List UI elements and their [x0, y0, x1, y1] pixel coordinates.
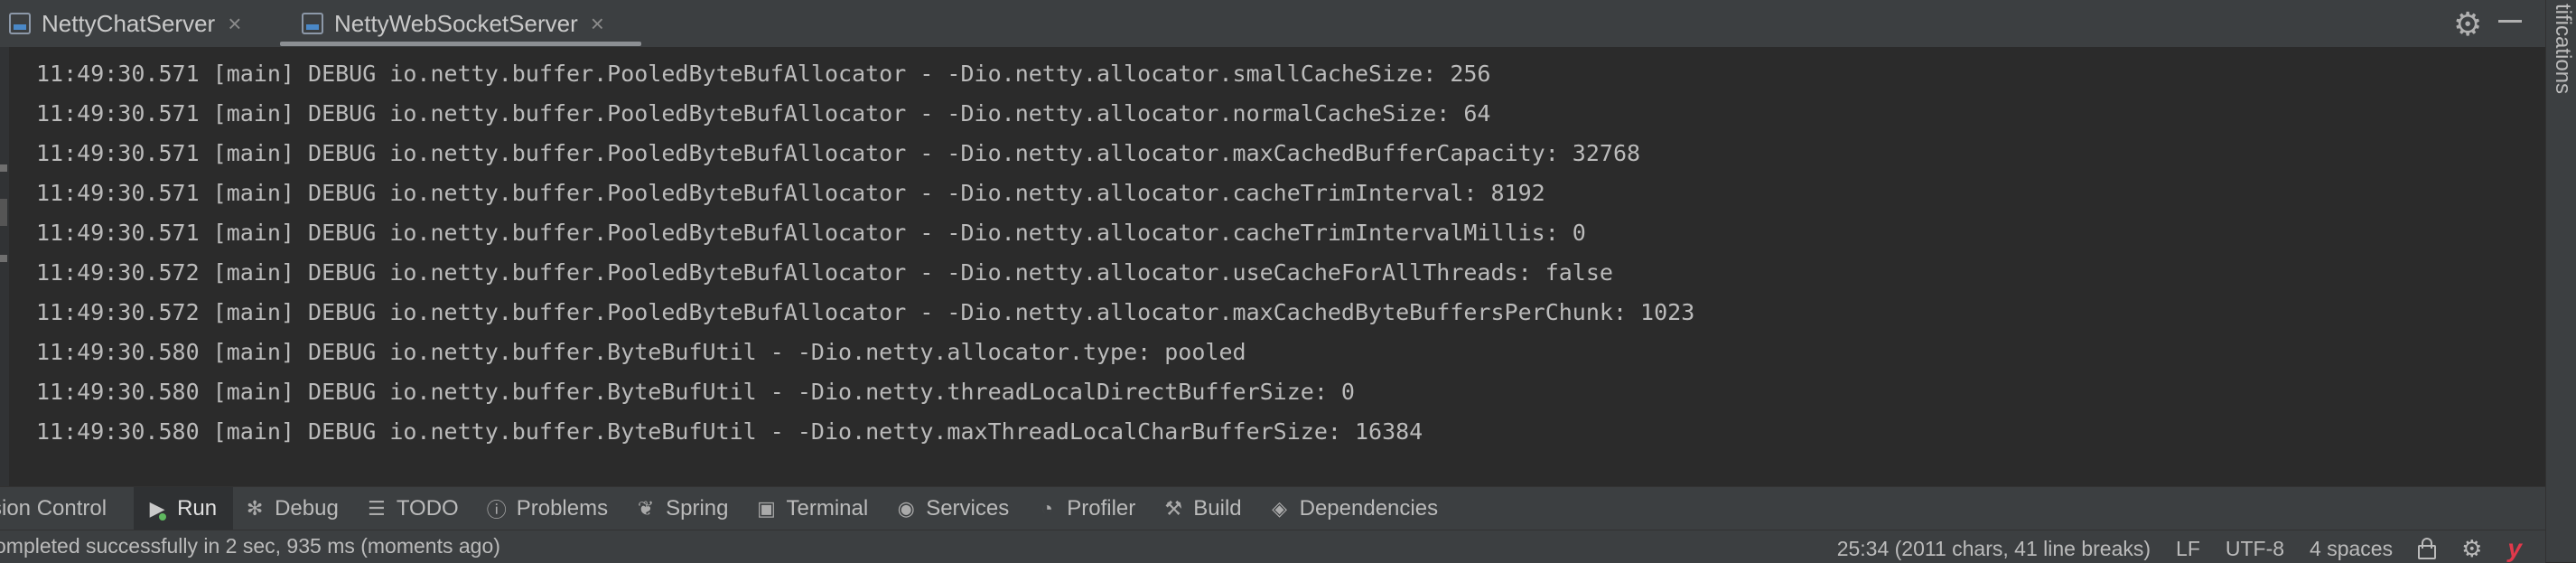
right-tool-strip: tifications — [2545, 0, 2576, 562]
console-line: 11:49:30.571 [main] DEBUG io.netty.buffe… — [36, 220, 1586, 246]
console-line: 11:49:30.571 [main] DEBUG io.netty.buffe… — [36, 61, 1491, 87]
tool-label: Terminal — [786, 496, 869, 521]
indent-setting[interactable]: 4 spaces — [2310, 537, 2393, 561]
tool-label: Profiler — [1067, 496, 1136, 521]
tool-profiler[interactable]: ◔ Profiler — [1036, 487, 1152, 530]
gutter-marker — [0, 255, 7, 262]
tool-debug[interactable]: ✻ Debug — [244, 487, 355, 530]
hammer-icon: ⚒ — [1164, 497, 1183, 520]
tool-label: Run — [177, 496, 218, 521]
notifications-strip-button[interactable]: tifications — [2550, 4, 2575, 94]
tool-spring[interactable]: ❦ Spring — [635, 487, 744, 530]
services-icon: ◉ — [897, 497, 915, 520]
minimize-icon[interactable] — [2498, 20, 2522, 23]
active-tab-indicator — [280, 42, 641, 46]
status-message[interactable]: ompleted successfully in 2 sec, 935 ms (… — [0, 534, 500, 558]
running-indicator — [159, 513, 167, 521]
run-config-icon — [9, 13, 31, 34]
run-config-icon — [302, 13, 323, 34]
console-line: 11:49:30.572 [main] DEBUG io.netty.buffe… — [36, 299, 1695, 325]
tool-run[interactable]: ▶ Run — [134, 487, 234, 530]
status-widgets: 25:34 (2011 chars, 41 line breaks) LF UT… — [1812, 534, 2522, 563]
tool-services[interactable]: ◉ Services — [895, 487, 1025, 530]
tab-netty-chat-server[interactable]: NettyChatServer × — [9, 0, 241, 47]
tool-version-control[interactable]: sion Control — [0, 487, 123, 530]
tab-netty-websocket-server[interactable]: NettyWebSocketServer × — [302, 0, 604, 47]
close-icon[interactable]: × — [228, 10, 241, 38]
console-line: 11:49:30.571 [main] DEBUG io.netty.buffe… — [36, 100, 1491, 127]
plugin-logo-icon[interactable]: y — [2507, 534, 2522, 563]
tool-label: Services — [926, 496, 1010, 521]
left-gutter — [0, 47, 9, 486]
console-line: 11:49:30.571 [main] DEBUG io.netty.buffe… — [36, 180, 1545, 206]
tool-build[interactable]: ⚒ Build — [1162, 487, 1257, 530]
vertical-scrollbar[interactable] — [2516, 47, 2543, 486]
tool-label: Build — [1193, 496, 1242, 521]
list-icon: ☰ — [367, 497, 386, 520]
tool-label: Spring — [666, 496, 729, 521]
spring-leaf-icon: ❦ — [637, 497, 655, 520]
tool-label: Debug — [275, 496, 339, 521]
inspection-icon[interactable]: ⚙ — [2461, 535, 2482, 563]
tool-problems[interactable]: ⓘ Problems — [486, 487, 624, 530]
console-line: 11:49:30.580 [main] DEBUG io.netty.buffe… — [36, 379, 1355, 405]
layers-icon: ◈ — [1272, 497, 1288, 520]
tool-label: TODO — [396, 496, 459, 521]
tool-dependencies[interactable]: ◈ Dependencies — [1269, 487, 1454, 530]
tool-window-bar: sion Control ▶ Run ✻ Debug ☰ TODO ⓘ Prob… — [0, 486, 2545, 530]
gutter-marker — [0, 199, 7, 226]
tab-label: NettyWebSocketServer — [334, 9, 578, 37]
tool-label: Dependencies — [1299, 496, 1439, 521]
status-bar: ompleted successfully in 2 sec, 935 ms (… — [0, 530, 2545, 563]
run-icon: ▶ — [149, 497, 167, 521]
terminal-icon: ▣ — [757, 497, 776, 520]
tool-label: sion Control — [0, 496, 107, 521]
gear-icon[interactable]: ⚙ — [2453, 5, 2482, 43]
console-line: 11:49:30.580 [main] DEBUG io.netty.buffe… — [36, 418, 1423, 445]
file-encoding[interactable]: UTF-8 — [2226, 537, 2284, 561]
console-line: 11:49:30.571 [main] DEBUG io.netty.buffe… — [36, 140, 1641, 166]
lock-icon[interactable] — [2418, 537, 2437, 561]
tool-terminal[interactable]: ▣ Terminal — [755, 487, 884, 530]
profiler-icon: ◔ — [1041, 497, 1053, 520]
tab-label: NettyChatServer — [42, 9, 216, 37]
close-icon[interactable]: × — [591, 10, 604, 38]
console-line: 11:49:30.580 [main] DEBUG io.netty.buffe… — [36, 339, 1246, 365]
tool-label: Problems — [516, 496, 609, 521]
caret-position[interactable]: 25:34 (2011 chars, 41 line breaks) — [1837, 537, 2151, 561]
bug-icon: ✻ — [246, 497, 264, 520]
console-output[interactable]: 11:49:30.571 [main] DEBUG io.netty.buffe… — [36, 54, 2511, 452]
run-tab-bar: NettyChatServer × NettyWebSocketServer ×… — [0, 0, 2545, 48]
tool-todo[interactable]: ☰ TODO — [366, 487, 475, 530]
info-icon: ⓘ — [486, 499, 507, 521]
line-separator[interactable]: LF — [2176, 537, 2200, 561]
gutter-marker — [0, 164, 7, 172]
console-line: 11:49:30.572 [main] DEBUG io.netty.buffe… — [36, 259, 1613, 286]
